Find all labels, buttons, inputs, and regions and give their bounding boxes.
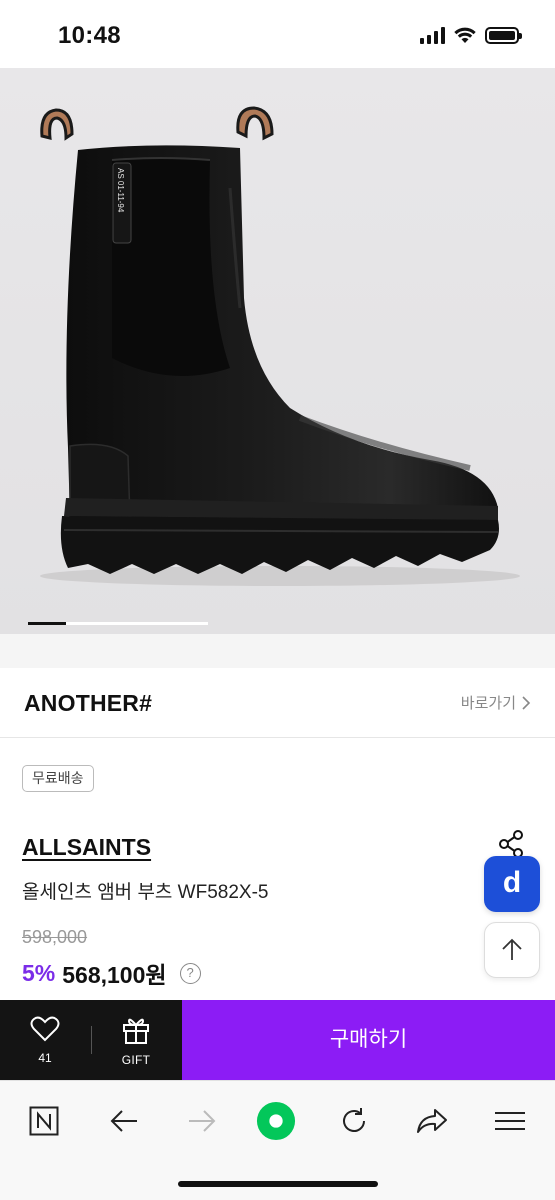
section-divider: [0, 634, 555, 668]
purchase-bar: 41 GIFT 구매하기: [0, 1000, 555, 1080]
shop-link-button[interactable]: 바로가기: [461, 692, 531, 713]
share-arrow-icon: [417, 1109, 447, 1133]
home-indicator: [178, 1181, 378, 1187]
brand-link[interactable]: ALLSAINTS: [22, 834, 151, 861]
status-bar: 10:48: [0, 0, 555, 68]
arrow-right-icon: [189, 1110, 216, 1132]
purchase-actions: 41 GIFT: [0, 1000, 182, 1080]
battery-icon: [485, 27, 522, 44]
d-app-button[interactable]: d: [484, 856, 540, 912]
refresh-icon: [343, 1108, 365, 1132]
boot-print-text: AS 01-11-94: [116, 168, 125, 213]
green-dot-button[interactable]: [256, 1101, 296, 1141]
naver-n-icon: [29, 1106, 59, 1136]
shop-logo[interactable]: ANOTHER#: [24, 690, 152, 717]
shop-row: ANOTHER# 바로가기: [0, 668, 555, 738]
refresh-button[interactable]: [334, 1101, 374, 1141]
boot-image: AS 01-11-94: [0, 68, 555, 634]
carousel-indicator: [28, 622, 208, 625]
gift-label: GIFT: [121, 1053, 151, 1067]
discount-rate: 5%: [22, 959, 56, 986]
gift-icon: [123, 1018, 149, 1044]
carousel-indicator-active: [28, 622, 66, 625]
original-price: 598,000: [22, 927, 88, 947]
arrow-left-icon: [110, 1110, 137, 1132]
heart-icon: [30, 1016, 60, 1042]
naver-home-button[interactable]: [24, 1101, 64, 1141]
arrow-up-icon: [502, 938, 522, 960]
status-icons: [420, 27, 522, 44]
action-divider: [91, 1026, 92, 1054]
share-page-button[interactable]: [412, 1101, 452, 1141]
green-dot-icon: [256, 1101, 296, 1141]
shop-link-label: 바로가기: [460, 695, 516, 712]
chevron-right-icon: [522, 695, 531, 710]
wifi-icon: [454, 27, 476, 43]
scroll-top-button[interactable]: [484, 922, 540, 978]
status-time: 10:48: [58, 22, 121, 49]
buy-button[interactable]: 구매하기: [182, 1000, 555, 1080]
menu-button[interactable]: [490, 1101, 530, 1141]
product-name: 올세인츠 앰버 부츠 WF582X-5: [22, 882, 269, 903]
signal-icon: [420, 27, 445, 44]
sale-price: 568,100원: [62, 962, 167, 988]
like-count: 41: [38, 1051, 52, 1065]
back-button[interactable]: [104, 1101, 144, 1141]
product-image[interactable]: AS 01-11-94: [0, 68, 555, 634]
hamburger-menu-icon: [495, 1112, 525, 1130]
like-button[interactable]: 41: [16, 1016, 74, 1068]
free-shipping-badge: 무료배송: [22, 765, 94, 792]
price-row: 5% 568,100원 ?: [22, 956, 201, 990]
forward-button[interactable]: [182, 1101, 222, 1141]
gift-button[interactable]: GIFT: [106, 1016, 166, 1068]
share-icon[interactable]: [496, 829, 526, 859]
price-info-icon[interactable]: ?: [179, 962, 201, 984]
